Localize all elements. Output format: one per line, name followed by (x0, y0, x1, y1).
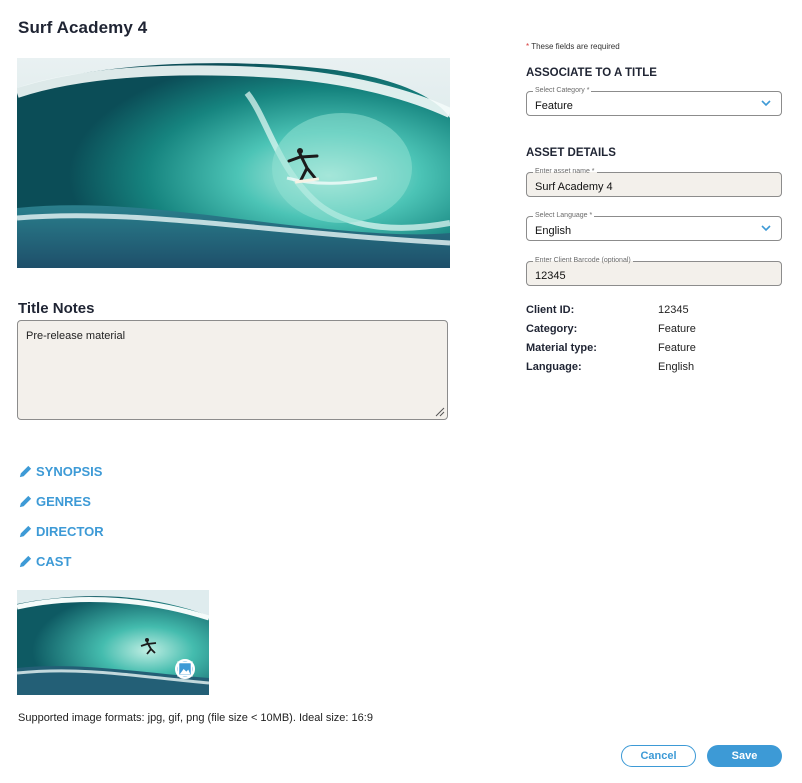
image-edit-icon (177, 661, 193, 677)
edit-synopsis-label: SYNOPSIS (36, 463, 103, 479)
title-notes-heading: Title Notes (18, 300, 95, 317)
category-select[interactable]: Select Category * Feature (526, 87, 782, 116)
language-select[interactable]: Select Language * English (526, 212, 782, 241)
thumbnail-image[interactable] (17, 590, 209, 695)
material-type-label: Material type: (526, 342, 597, 354)
pencil-icon (19, 525, 32, 537)
client-id-value: 12345 (658, 304, 689, 316)
asset-name-label: Enter asset name * (533, 168, 597, 176)
barcode-label: Enter Client Barcode (optional) (533, 257, 633, 265)
client-id-label: Client ID: (526, 304, 575, 316)
hero-image (17, 58, 450, 268)
material-type-value: Feature (658, 342, 696, 354)
pencil-icon (19, 495, 32, 507)
category-info-value: Feature (658, 323, 696, 335)
barcode-field[interactable]: Enter Client Barcode (optional) 12345 (526, 257, 782, 286)
cancel-button[interactable]: Cancel (621, 745, 696, 767)
resize-grip-icon[interactable] (433, 405, 445, 417)
edit-cast-label: CAST (36, 553, 72, 569)
language-value: English (535, 225, 572, 237)
edit-genres-label: GENRES (36, 493, 91, 509)
edit-cast-link[interactable]: CAST (18, 552, 71, 570)
title-notes-textarea[interactable]: Pre-release material (17, 320, 448, 420)
required-fields-note: * These fields are required (526, 42, 620, 51)
asset-name-field[interactable]: Enter asset name * Surf Academy 4 (526, 168, 782, 197)
save-button[interactable]: Save (707, 745, 782, 767)
required-star: * (526, 42, 530, 51)
barcode-value: 12345 (535, 270, 566, 282)
edit-director-label: DIRECTOR (36, 523, 104, 539)
image-edit-badge[interactable] (175, 659, 195, 679)
image-formats-note: Supported image formats: jpg, gif, png (… (18, 712, 373, 724)
chevron-down-icon (761, 100, 771, 107)
required-note-text: These fields are required (531, 42, 620, 51)
title-notes-value: Pre-release material (26, 330, 126, 342)
language-label: Select Language * (533, 212, 595, 220)
language-info-label: Language: (526, 361, 582, 373)
chevron-down-icon (761, 225, 771, 232)
page-title: Surf Academy 4 (18, 18, 148, 37)
category-info-label: Category: (526, 323, 578, 335)
asset-name-value: Surf Academy 4 (535, 181, 613, 193)
pencil-icon (19, 465, 32, 477)
category-label: Select Category * (533, 87, 592, 95)
associate-heading: ASSOCIATE TO A TITLE (526, 67, 657, 79)
language-info-value: English (658, 361, 695, 373)
edit-genres-link[interactable]: GENRES (18, 492, 91, 510)
edit-synopsis-link[interactable]: SYNOPSIS (18, 462, 102, 480)
pencil-icon (19, 555, 32, 567)
asset-details-heading: ASSET DETAILS (526, 147, 616, 159)
edit-director-link[interactable]: DIRECTOR (18, 522, 104, 540)
category-value: Feature (535, 100, 573, 112)
